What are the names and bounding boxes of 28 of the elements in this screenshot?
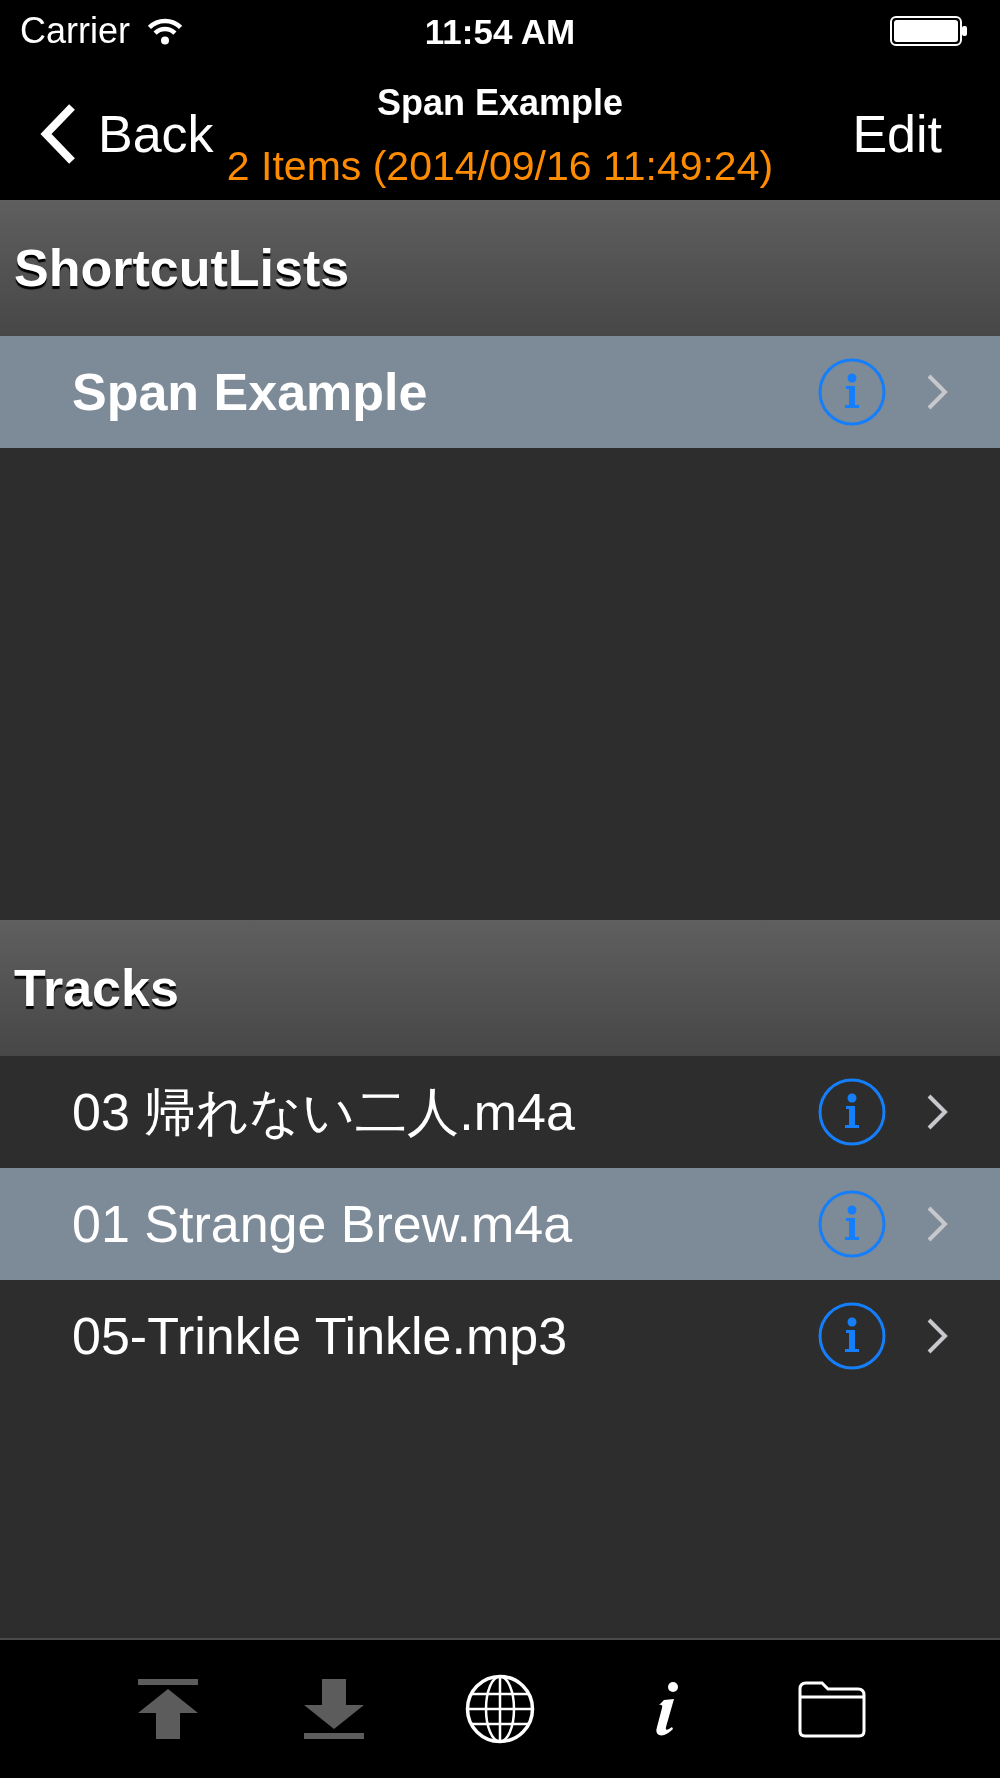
info-icon[interactable] <box>818 1078 886 1146</box>
chevron-right-icon <box>926 1205 948 1243</box>
list-row[interactable]: Span Example <box>0 336 1000 448</box>
chevron-right-icon <box>926 1317 948 1355</box>
battery-icon <box>890 16 968 46</box>
arrow-down-to-bar-icon <box>304 1679 364 1739</box>
arrow-up-to-bar-icon <box>138 1679 198 1739</box>
row-label: 03 帰れない二人.m4a <box>72 1082 576 1142</box>
globe-icon <box>465 1674 535 1744</box>
row-label: Span Example <box>72 362 429 422</box>
chevron-right-icon <box>926 373 948 411</box>
row-label: 01 Strange Brew.m4a <box>72 1194 574 1254</box>
row-label: 05-Trinkle Tinkle.mp3 <box>72 1306 569 1366</box>
nav-title: Span Example <box>376 82 624 124</box>
chevron-left-icon <box>38 103 78 165</box>
italic-i-icon <box>653 1681 679 1737</box>
list-row[interactable]: 01 Strange Brew.m4a <box>0 1168 1000 1280</box>
back-button[interactable]: Back <box>38 103 214 165</box>
info-icon[interactable] <box>818 1302 886 1370</box>
nav-subtitle: 2 Items (2014/09/16 11:49:24) <box>226 144 774 188</box>
section-title: Tracks <box>14 962 179 1014</box>
chevron-right-icon <box>926 1093 948 1131</box>
carrier-label: Carrier <box>20 13 130 49</box>
edit-button[interactable]: Edit <box>852 108 942 160</box>
folder-icon <box>798 1680 866 1738</box>
wifi-icon <box>146 17 184 45</box>
status-time: 11:54 AM <box>424 13 576 49</box>
section-title: ShortcutLists <box>14 242 350 294</box>
